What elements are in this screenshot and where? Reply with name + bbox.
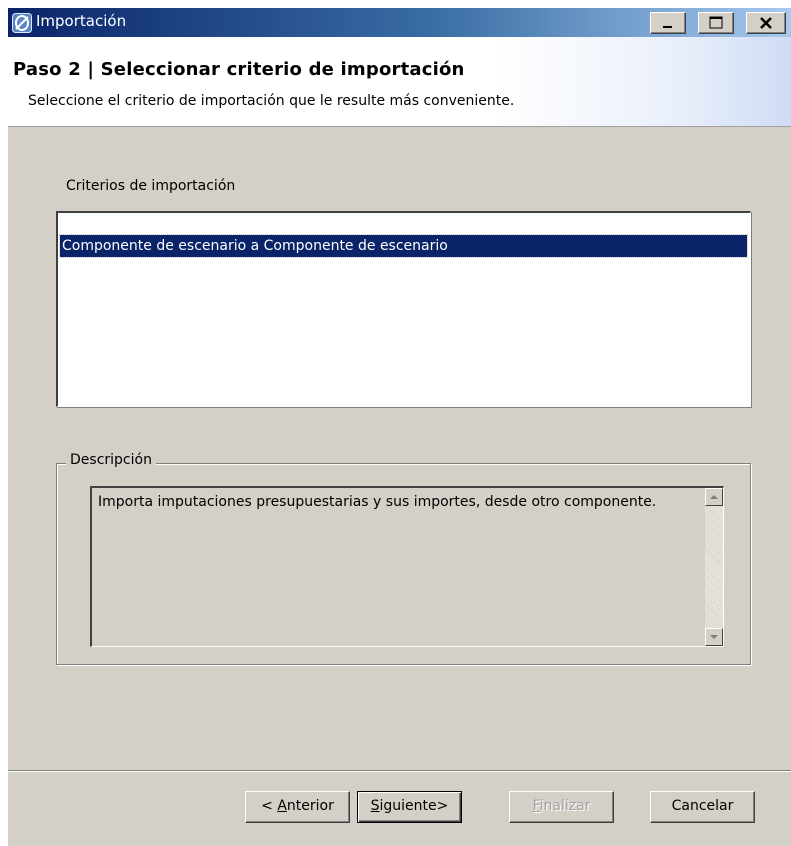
- back-button-prefix: <: [261, 798, 278, 814]
- maximize-button[interactable]: [698, 12, 734, 34]
- finish-button-mnemonic: F: [532, 798, 540, 814]
- page-title: Paso 2 | Seleccionar criterio de importa…: [13, 59, 465, 80]
- list-item[interactable]: Componente de escenario a Componente de …: [59, 234, 748, 258]
- title-bar[interactable]: Importación: [8, 8, 791, 37]
- description-scrollbar[interactable]: [705, 488, 723, 646]
- next-button[interactable]: Siguiente>: [357, 791, 462, 823]
- finish-button-label: inalizar: [539, 798, 591, 814]
- criteria-label: Criterios de importación: [66, 178, 236, 194]
- maximize-icon: [709, 16, 723, 29]
- import-dialog: Importación Paso 2 | Seleccionar criteri…: [8, 8, 791, 846]
- back-button-label: nterior: [286, 798, 334, 814]
- page-subtitle: Seleccione el criterio de importación qu…: [28, 93, 515, 109]
- minimize-icon: [663, 26, 672, 28]
- scroll-up-button[interactable]: [705, 488, 723, 506]
- footer-separator-highlight: [8, 771, 791, 772]
- close-icon: [760, 17, 772, 29]
- app-logo-icon: [12, 13, 32, 33]
- description-text: Importa imputaciones presupuestarias y s…: [98, 494, 657, 510]
- window-title: Importación: [36, 12, 127, 30]
- description-label: Descripción: [66, 452, 156, 468]
- close-button[interactable]: [746, 12, 786, 34]
- next-button-mnemonic: S: [370, 798, 380, 814]
- arrow-down-icon: [710, 635, 718, 639]
- back-button[interactable]: < Anterior: [245, 791, 350, 823]
- description-textarea[interactable]: Importa imputaciones presupuestarias y s…: [90, 486, 724, 647]
- criteria-listbox[interactable]: Componente de escenario a Componente de …: [56, 211, 751, 407]
- next-button-label: iguiente>: [379, 798, 449, 814]
- finish-button[interactable]: Finalizar: [509, 791, 614, 823]
- wizard-header: Paso 2 | Seleccionar criterio de importa…: [8, 37, 791, 127]
- back-button-mnemonic: A: [277, 798, 287, 814]
- scroll-down-button[interactable]: [705, 628, 723, 646]
- arrow-up-icon: [710, 495, 718, 499]
- cancel-button-label: Cancelar: [671, 798, 734, 814]
- cancel-button[interactable]: Cancelar: [650, 791, 755, 823]
- minimize-button[interactable]: [650, 12, 686, 34]
